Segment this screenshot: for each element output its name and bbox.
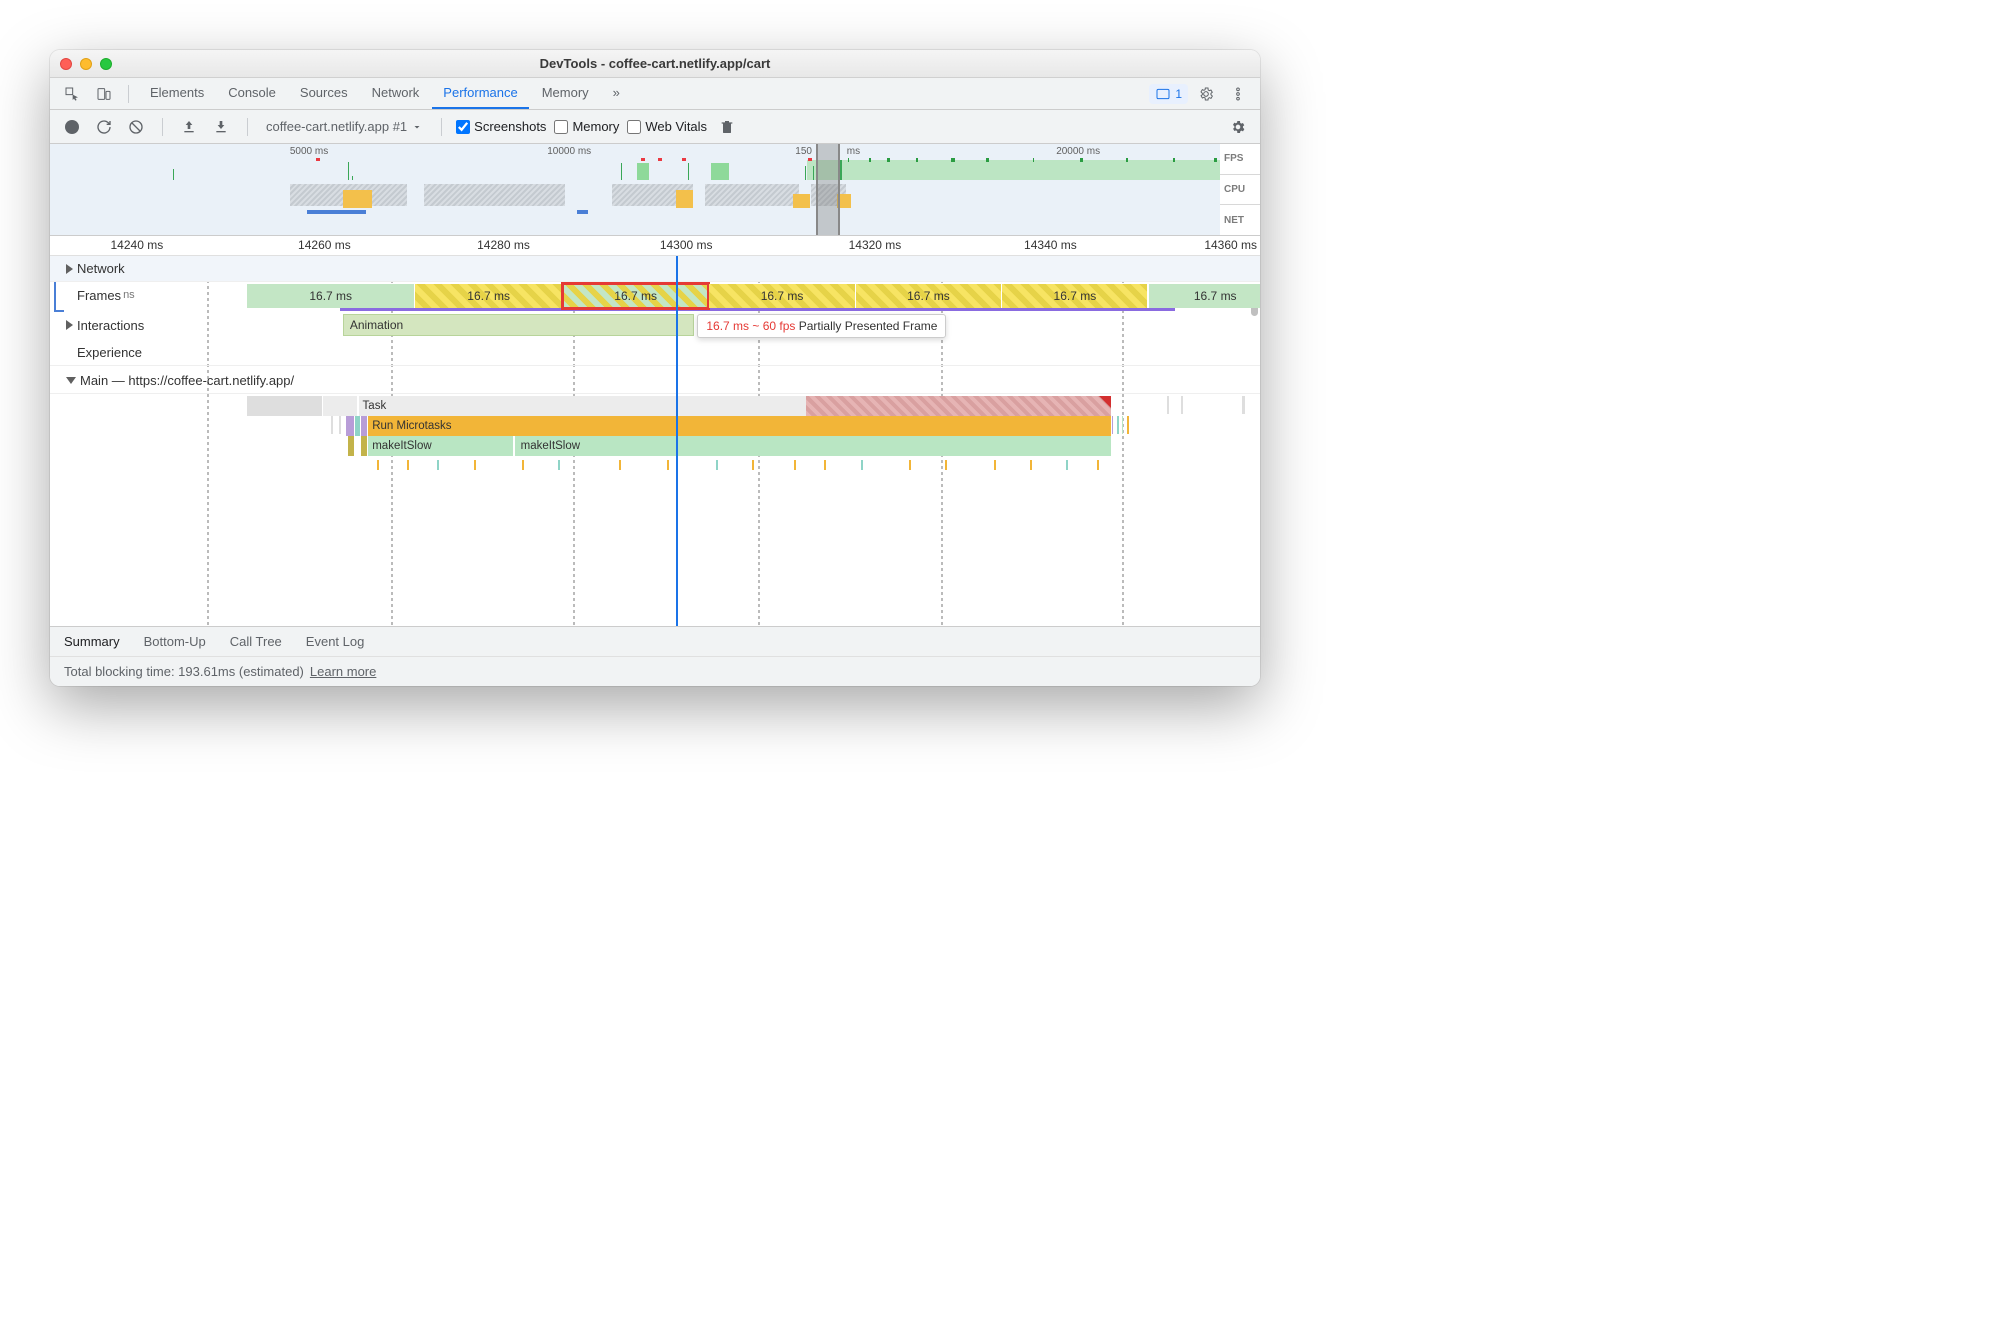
tab-console[interactable]: Console — [217, 79, 287, 109]
delete-icon[interactable] — [715, 115, 739, 139]
timeline-overview[interactable]: 5000 ms 10000 ms 150 ms 20000 ms — [50, 144, 1260, 236]
disclosure-triangle-icon[interactable] — [66, 377, 76, 384]
interactions-track-label: Interactions — [77, 318, 144, 333]
net-label: NET — [1220, 204, 1260, 235]
footer-bar: Total blocking time: 193.61ms (estimated… — [50, 656, 1260, 686]
panel-tabs: Elements Console Sources Network Perform… — [139, 78, 631, 109]
settings-gear-icon[interactable] — [1192, 80, 1220, 108]
details-tab-summary[interactable]: Summary — [64, 634, 120, 649]
issues-count: 1 — [1175, 87, 1182, 101]
device-toggle-icon[interactable] — [90, 80, 118, 108]
time-ruler[interactable]: 14240 ms 14260 ms 14280 ms 14300 ms 1432… — [50, 236, 1260, 256]
activity-ticks — [50, 458, 1260, 472]
screenshots-checkbox[interactable]: Screenshots — [456, 119, 546, 134]
flame-chart-area[interactable]: Network Frames ns 16.7 ms 16.7 ms 16.7 m… — [50, 256, 1260, 626]
main-thread-flame[interactable]: Task Run Microtasks makeItSlow makeItSlo… — [50, 396, 1260, 596]
task-bar[interactable]: Task — [359, 396, 807, 416]
main-track-label: Main — https://coffee-cart.netlify.app/ — [80, 373, 294, 388]
record-button[interactable] — [60, 115, 84, 139]
frames-track-label: Frames — [77, 288, 121, 303]
minimize-icon[interactable] — [80, 58, 92, 70]
frames-col-label: ns — [123, 289, 135, 301]
cpu-label: CPU — [1220, 174, 1260, 205]
tab-memory[interactable]: Memory — [531, 79, 600, 109]
track-interactions-header[interactable]: Interactions — [50, 312, 1260, 338]
overview-tick: 5000 ms — [290, 146, 328, 157]
tooltip-timing: 16.7 ms ~ 60 fps — [706, 319, 795, 333]
divider — [128, 85, 129, 103]
tab-elements[interactable]: Elements — [139, 79, 215, 109]
track-experience-header[interactable]: Experience — [50, 340, 1260, 366]
ruler-tick: 14240 ms — [111, 238, 164, 252]
cpu-lane — [50, 180, 1220, 210]
tooltip-label: Partially Presented Frame — [799, 319, 938, 333]
total-blocking-time: Total blocking time: 193.61ms (estimated… — [64, 664, 304, 679]
disclosure-triangle-icon[interactable] — [66, 320, 73, 330]
memory-checkbox[interactable]: Memory — [554, 119, 619, 134]
perf-toolbar: coffee-cart.netlify.app #1 Screenshots M… — [50, 110, 1260, 144]
details-tab-calltree[interactable]: Call Tree — [230, 634, 282, 649]
net-lane — [50, 210, 1220, 220]
ruler-tick: 14260 ms — [298, 238, 351, 252]
fn-bar-2[interactable]: makeItSlow — [515, 436, 1112, 456]
fn-bar-1[interactable]: makeItSlow — [368, 436, 513, 456]
kebab-menu-icon[interactable] — [1224, 80, 1252, 108]
zoom-icon[interactable] — [100, 58, 112, 70]
tab-performance[interactable]: Performance — [432, 79, 528, 109]
network-track-label: Network — [77, 261, 125, 276]
ruler-tick: 14300 ms — [660, 238, 713, 252]
devtools-window: DevTools - coffee-cart.netlify.app/cart … — [50, 50, 1260, 686]
window-controls — [60, 58, 112, 70]
capture-settings-gear-icon[interactable] — [1226, 115, 1250, 139]
clear-button[interactable] — [124, 115, 148, 139]
divider — [441, 118, 442, 136]
window-title: DevTools - coffee-cart.netlify.app/cart — [50, 56, 1260, 71]
download-profile-icon[interactable] — [209, 115, 233, 139]
overview-tick: ms — [847, 146, 860, 157]
reload-record-button[interactable] — [92, 115, 116, 139]
details-tab-bottomup[interactable]: Bottom-Up — [144, 634, 206, 649]
overview-viewport-handle[interactable] — [816, 144, 839, 235]
fps-lane-bg — [807, 160, 1220, 180]
overview-tick: 150 — [795, 146, 812, 157]
details-tabbar: Summary Bottom-Up Call Tree Event Log — [50, 626, 1260, 656]
microtasks-bar[interactable]: Run Microtasks — [368, 416, 1111, 436]
frame-tooltip: 16.7 ms ~ 60 fps Partially Presented Fra… — [697, 314, 946, 338]
divider — [247, 118, 248, 136]
inspect-element-icon[interactable] — [58, 80, 86, 108]
overview-tick: 20000 ms — [1056, 146, 1100, 157]
upload-profile-icon[interactable] — [177, 115, 201, 139]
disclosure-triangle-icon[interactable] — [66, 264, 73, 274]
overview-lane-labels: FPS CPU NET — [1220, 144, 1260, 235]
issues-badge[interactable]: 1 — [1149, 84, 1188, 104]
recording-selector[interactable]: coffee-cart.netlify.app #1 — [262, 119, 427, 134]
more-tabs-icon[interactable]: » — [602, 79, 631, 109]
experience-track-label: Experience — [77, 345, 142, 360]
tab-sources[interactable]: Sources — [289, 79, 359, 109]
ruler-tick: 14280 ms — [477, 238, 530, 252]
webvitals-checkbox[interactable]: Web Vitals — [627, 119, 707, 134]
playhead[interactable] — [676, 256, 678, 626]
track-network-header[interactable]: Network — [50, 256, 1260, 282]
details-tab-eventlog[interactable]: Event Log — [306, 634, 365, 649]
main-tabbar: Elements Console Sources Network Perform… — [50, 78, 1260, 110]
titlebar: DevTools - coffee-cart.netlify.app/cart — [50, 50, 1260, 78]
track-frames-header[interactable]: Frames ns — [50, 282, 1260, 308]
track-main-header[interactable]: Main — https://coffee-cart.netlify.app/ — [50, 368, 1260, 394]
learn-more-link[interactable]: Learn more — [310, 664, 376, 679]
overview-tick: 10000 ms — [547, 146, 591, 157]
divider — [162, 118, 163, 136]
ruler-tick: 14340 ms — [1024, 238, 1077, 252]
recording-label: coffee-cart.netlify.app #1 — [266, 119, 407, 134]
ruler-tick: 14360 ms — [1204, 238, 1257, 252]
close-icon[interactable] — [60, 58, 72, 70]
ruler-tick: 14320 ms — [849, 238, 902, 252]
long-task-bar[interactable] — [806, 396, 1111, 416]
tab-network[interactable]: Network — [361, 79, 431, 109]
fps-label: FPS — [1220, 144, 1260, 174]
